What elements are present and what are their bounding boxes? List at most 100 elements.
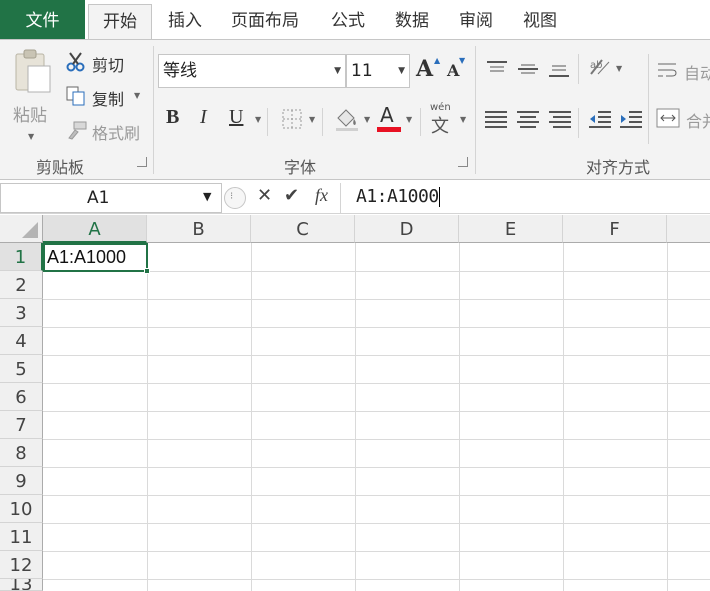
chevron-down-icon: ▼ (398, 66, 405, 76)
gridline (43, 383, 710, 384)
column-header-c[interactable]: C (251, 215, 355, 243)
underline-dropdown-icon[interactable]: ▼ (255, 115, 261, 124)
tab-data[interactable]: 数据 (386, 0, 438, 39)
fill-color-dropdown-icon[interactable]: ▼ (364, 115, 370, 124)
fill-handle[interactable] (144, 268, 150, 274)
merge-center-button[interactable]: 合并 (656, 106, 710, 132)
gridline (563, 243, 564, 591)
font-color-dropdown-icon[interactable]: ▼ (406, 115, 412, 124)
column-header-overflow[interactable] (667, 215, 710, 243)
wrap-text-button[interactable]: 自动 (656, 58, 710, 84)
gridline (43, 523, 710, 524)
borders-dropdown-icon[interactable]: ▼ (309, 115, 315, 124)
orientation-dropdown-icon[interactable]: ▼ (616, 64, 622, 73)
row-header-2[interactable]: 2 (0, 271, 43, 299)
divider (267, 108, 268, 136)
gridline (43, 439, 710, 440)
phonetic-char-icon: 文 (431, 116, 449, 137)
grow-font-button[interactable]: A (416, 56, 433, 82)
row-header-6[interactable]: 6 (0, 383, 43, 411)
divider (578, 108, 579, 138)
row-header-1[interactable]: 1 (0, 243, 43, 271)
select-all-corner[interactable] (0, 215, 43, 243)
insert-function-icon[interactable]: fx (315, 185, 328, 206)
row-header-13[interactable]: 13 (0, 579, 43, 591)
align-right-icon[interactable] (548, 110, 572, 128)
align-left-icon[interactable] (484, 110, 508, 128)
phonetic-dropdown-icon[interactable]: ▼ (460, 115, 466, 124)
tab-file[interactable]: 文件 (0, 0, 85, 39)
orientation-icon[interactable]: ab (588, 56, 612, 78)
row-header-3[interactable]: 3 (0, 299, 43, 327)
italic-button[interactable]: I (200, 106, 207, 129)
gridline (667, 243, 668, 591)
underline-button[interactable]: U (229, 106, 243, 129)
text-caret (438, 187, 440, 207)
row-header-11[interactable]: 11 (0, 523, 43, 551)
worksheet-grid[interactable]: A B C D E F 1 2 3 4 5 6 7 8 9 10 11 12 1… (0, 215, 710, 591)
bold-button[interactable]: B (166, 106, 179, 129)
row-header-5[interactable]: 5 (0, 355, 43, 383)
gridline (43, 299, 710, 300)
font-color-letter: A (380, 103, 394, 127)
formula-value: A1:A1000 (356, 186, 439, 207)
tab-home[interactable]: 开始 (88, 4, 152, 40)
grow-arrow-icon: ▲ (434, 56, 441, 65)
font-name-combo[interactable]: 等线 ▼ (158, 54, 346, 88)
increase-indent-icon[interactable] (619, 110, 643, 128)
gridline (43, 579, 710, 580)
formula-input[interactable]: A1:A1000 (340, 183, 710, 213)
paste-button[interactable]: 粘贴 ▼ (6, 46, 58, 146)
cut-button[interactable]: 剪切 (66, 50, 146, 76)
row-header-13-label: 13 (9, 579, 33, 591)
row-header-9[interactable]: 9 (0, 467, 43, 495)
gridline (355, 243, 356, 591)
gridline (43, 327, 710, 328)
fill-color-icon[interactable] (334, 106, 360, 132)
gridline (147, 243, 148, 591)
column-header-b[interactable]: B (147, 215, 251, 243)
font-launcher-icon[interactable] (458, 157, 468, 167)
align-bottom-icon[interactable] (548, 60, 570, 78)
shrink-font-button[interactable]: A (447, 61, 459, 80)
column-header-d[interactable]: D (355, 215, 459, 243)
decrease-indent-icon[interactable] (588, 110, 612, 128)
row-header-12[interactable]: 12 (0, 551, 43, 579)
enter-icon[interactable]: ✔ (284, 185, 299, 206)
format-painter-button[interactable]: 格式刷 (66, 118, 150, 144)
tab-page-layout[interactable]: 页面布局 (222, 0, 308, 39)
row-header-10[interactable]: 10 (0, 495, 43, 523)
chevron-down-icon[interactable]: ▼ (203, 183, 211, 211)
cancel-icon[interactable]: ✕ (257, 185, 272, 206)
row-header-4[interactable]: 4 (0, 327, 43, 355)
select-all-icon (22, 222, 38, 238)
font-size-combo[interactable]: 11 ▼ (346, 54, 410, 88)
group-divider (475, 46, 476, 174)
copy-dropdown-icon[interactable]: ▼ (134, 91, 140, 100)
row-header-7[interactable]: 7 (0, 411, 43, 439)
copy-button[interactable]: 复制 ▼ (66, 84, 146, 110)
font-color-button[interactable]: A (377, 103, 403, 137)
tab-formulas[interactable]: 公式 (322, 0, 374, 39)
gridline (43, 467, 710, 468)
more-icon: ⁝ (230, 191, 234, 202)
borders-icon[interactable] (282, 109, 302, 129)
column-header-f[interactable]: F (563, 215, 667, 243)
name-box[interactable]: A1 (0, 183, 222, 213)
divider (322, 108, 323, 136)
tab-view[interactable]: 视图 (514, 0, 566, 39)
copy-icon (66, 86, 85, 106)
align-middle-icon[interactable] (517, 60, 539, 78)
column-header-a[interactable]: A (43, 215, 147, 243)
tab-insert[interactable]: 插入 (160, 0, 210, 39)
font-name-value: 等线 (163, 61, 197, 81)
cell-a1[interactable]: A1:A1000 (43, 243, 150, 274)
tab-review[interactable]: 审阅 (450, 0, 502, 39)
row-header-8[interactable]: 8 (0, 439, 43, 467)
align-top-icon[interactable] (486, 60, 508, 78)
clipboard-launcher-icon[interactable] (137, 157, 147, 167)
paste-dropdown-icon[interactable]: ▼ (28, 132, 34, 141)
column-header-e[interactable]: E (459, 215, 563, 243)
align-center-icon[interactable] (516, 110, 540, 128)
formula-bar-toggle[interactable]: ⁝ (224, 187, 246, 209)
